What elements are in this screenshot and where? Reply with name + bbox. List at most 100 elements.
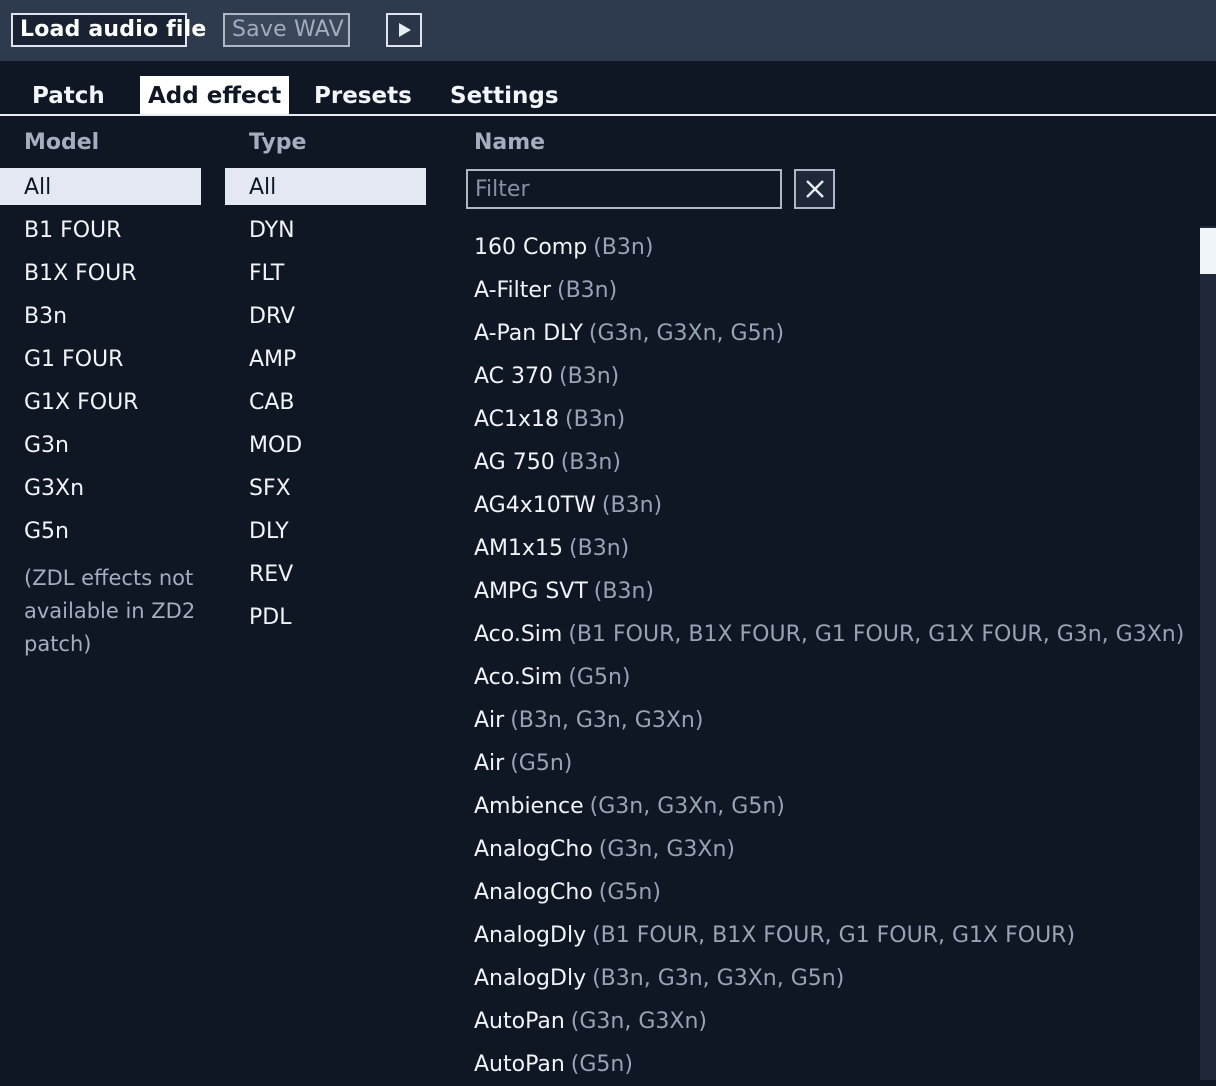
effect-name: AutoPan [474, 1052, 565, 1077]
effect-item[interactable]: AnalogDly (B1 FOUR, B1X FOUR, G1 FOUR, G1… [474, 914, 1184, 957]
model-item[interactable]: B3n [0, 297, 201, 340]
effect-models: (G3n, G3Xn, G5n) [588, 321, 785, 346]
model-item[interactable]: All [0, 168, 201, 205]
scrollbar-thumb[interactable] [1200, 228, 1216, 274]
model-item[interactable]: G1X FOUR [0, 383, 201, 426]
tab-presets[interactable]: Presets [306, 76, 420, 114]
model-column-header: Model [24, 130, 100, 155]
effect-models: (G3n, G3Xn) [570, 1009, 707, 1034]
effect-item[interactable]: Aco.Sim (B1 FOUR, B1X FOUR, G1 FOUR, G1X … [474, 613, 1184, 656]
save-wav-button[interactable]: Save WAV [223, 13, 350, 47]
effect-models: (B3n) [557, 278, 618, 303]
effect-item[interactable]: Aco.Sim (G5n) [474, 656, 1184, 699]
effect-name: Ambience [474, 794, 584, 819]
type-item[interactable]: REV [225, 555, 426, 598]
tab-add-effect[interactable]: Add effect [140, 76, 290, 114]
effect-models: (G3n, G3Xn, G5n) [589, 794, 785, 819]
effect-name: AMPG SVT [474, 579, 588, 604]
effect-models: (B3n) [593, 235, 654, 260]
effect-item[interactable]: AnalogCho (G5n) [474, 871, 1184, 914]
effect-models: (B3n) [560, 450, 621, 475]
effect-item[interactable]: AMPG SVT (B3n) [474, 570, 1184, 613]
model-item[interactable]: B1 FOUR [0, 211, 201, 254]
effect-name: Air [474, 708, 505, 733]
effect-models: (B3n) [601, 493, 663, 518]
type-item[interactable]: DRV [225, 297, 426, 340]
effect-models: (G3n, G3Xn) [598, 837, 735, 862]
effect-item[interactable]: AC1x18 (B3n) [474, 398, 1184, 441]
effect-models: (G5n) [568, 665, 631, 690]
effect-name: Aco.Sim [474, 665, 563, 690]
toolbar: Load audio file Save WAV [0, 0, 1216, 61]
effect-models: (G5n) [570, 1052, 633, 1077]
type-item[interactable]: All [225, 168, 426, 205]
filter-input[interactable] [466, 169, 782, 209]
tab-divider [0, 114, 1216, 116]
effect-models: (B3n, G3n, G3Xn) [510, 708, 704, 733]
effect-models: (B3n) [565, 407, 626, 432]
model-list: All B1 FOUR B1X FOUR B3n G1 FOUR G1X FOUR G3n G… [0, 168, 201, 555]
effect-name: Aco.Sim [474, 622, 563, 647]
close-icon [806, 180, 824, 198]
effect-name: Air [474, 751, 505, 776]
effect-name: AutoPan [474, 1009, 565, 1034]
effect-item[interactable]: AM1x15 (B3n) [474, 527, 1184, 570]
effect-name: AnalogCho [474, 837, 593, 862]
name-column-header: Name [474, 130, 546, 155]
tab-bar: Patch Add effect Presets Settings [0, 76, 1216, 114]
type-item[interactable]: SFX [225, 469, 426, 512]
effect-item[interactable]: AC 370 (B3n) [474, 355, 1184, 398]
type-item[interactable]: CAB [225, 383, 426, 426]
tab-patch[interactable]: Patch [24, 76, 113, 114]
type-item[interactable]: DYN [225, 211, 426, 254]
effect-item[interactable]: Air (B3n, G3n, G3Xn) [474, 699, 1184, 742]
effect-item[interactable]: 160 Comp (B3n) [474, 226, 1184, 269]
zdl-note: (ZDL effects not available in ZD2 patch) [24, 566, 196, 656]
tab-settings[interactable]: Settings [442, 76, 567, 114]
effect-item[interactable]: Air (G5n) [474, 742, 1184, 785]
effect-name: AC 370 [474, 364, 554, 389]
effect-models: (B3n) [569, 536, 630, 561]
type-item[interactable]: FLT [225, 254, 426, 297]
type-item[interactable]: AMP [225, 340, 426, 383]
effect-name: AG4x10TW [474, 493, 596, 518]
effect-item[interactable]: Ambience (G3n, G3Xn, G5n) [474, 785, 1184, 828]
effect-models: (B1 FOUR, B1X FOUR, G1 FOUR, G1X FOUR, G… [568, 622, 1185, 647]
effect-item[interactable]: AG 750 (B3n) [474, 441, 1184, 484]
effect-name: AnalogDly [474, 923, 587, 948]
effect-name: A-Pan DLY [474, 321, 583, 346]
effect-list: 160 Comp (B3n) A-Filter (B3n) A-Pan DLY (G3n,… [474, 226, 1184, 1086]
effect-models: (B3n) [559, 364, 620, 389]
type-item[interactable]: PDL [225, 598, 426, 641]
play-button[interactable] [386, 13, 422, 47]
effect-item[interactable]: A-Filter (B3n) [474, 269, 1184, 312]
effect-item[interactable]: AG4x10TW (B3n) [474, 484, 1184, 527]
effect-name: AnalogDly [474, 966, 587, 991]
effect-models: (G5n) [510, 751, 573, 776]
type-list: All DYN FLT DRV AMP CAB MOD SFX DLY REV PDL [225, 168, 426, 641]
type-column-header: Type [249, 130, 307, 155]
model-item[interactable]: G3n [0, 426, 201, 469]
clear-filter-button[interactable] [794, 169, 835, 209]
effect-name: AM1x15 [474, 536, 564, 561]
model-item[interactable]: G1 FOUR [0, 340, 201, 383]
model-item[interactable]: G5n [0, 512, 201, 555]
effect-item[interactable]: A-Pan DLY (G3n, G3Xn, G5n) [474, 312, 1184, 355]
effect-item[interactable]: AnalogCho (G3n, G3Xn) [474, 828, 1184, 871]
load-audio-file-button[interactable]: Load audio file [11, 13, 206, 47]
model-item[interactable]: B1X FOUR [0, 254, 201, 297]
effect-models: (G5n) [598, 880, 661, 905]
effect-models: (B3n, G3n, G3Xn, G5n) [592, 966, 845, 991]
effect-name: AC1x18 [474, 407, 560, 432]
effect-name: AG 750 [474, 450, 555, 475]
effect-name: 160 Comp [474, 235, 588, 260]
effect-list-scrollbar[interactable] [1200, 226, 1216, 1080]
play-icon [399, 23, 411, 37]
type-item[interactable]: MOD [225, 426, 426, 469]
effect-name: AnalogCho [474, 880, 593, 905]
effect-models: (B1 FOUR, B1X FOUR, G1 FOUR, G1X FOUR) [592, 923, 1076, 948]
model-item[interactable]: G3Xn [0, 469, 201, 512]
effect-item[interactable]: AutoPan (G3n, G3Xn) [474, 1000, 1184, 1043]
effect-item[interactable]: AnalogDly (B3n, G3n, G3Xn, G5n) [474, 957, 1184, 1000]
type-item[interactable]: DLY [225, 512, 426, 555]
